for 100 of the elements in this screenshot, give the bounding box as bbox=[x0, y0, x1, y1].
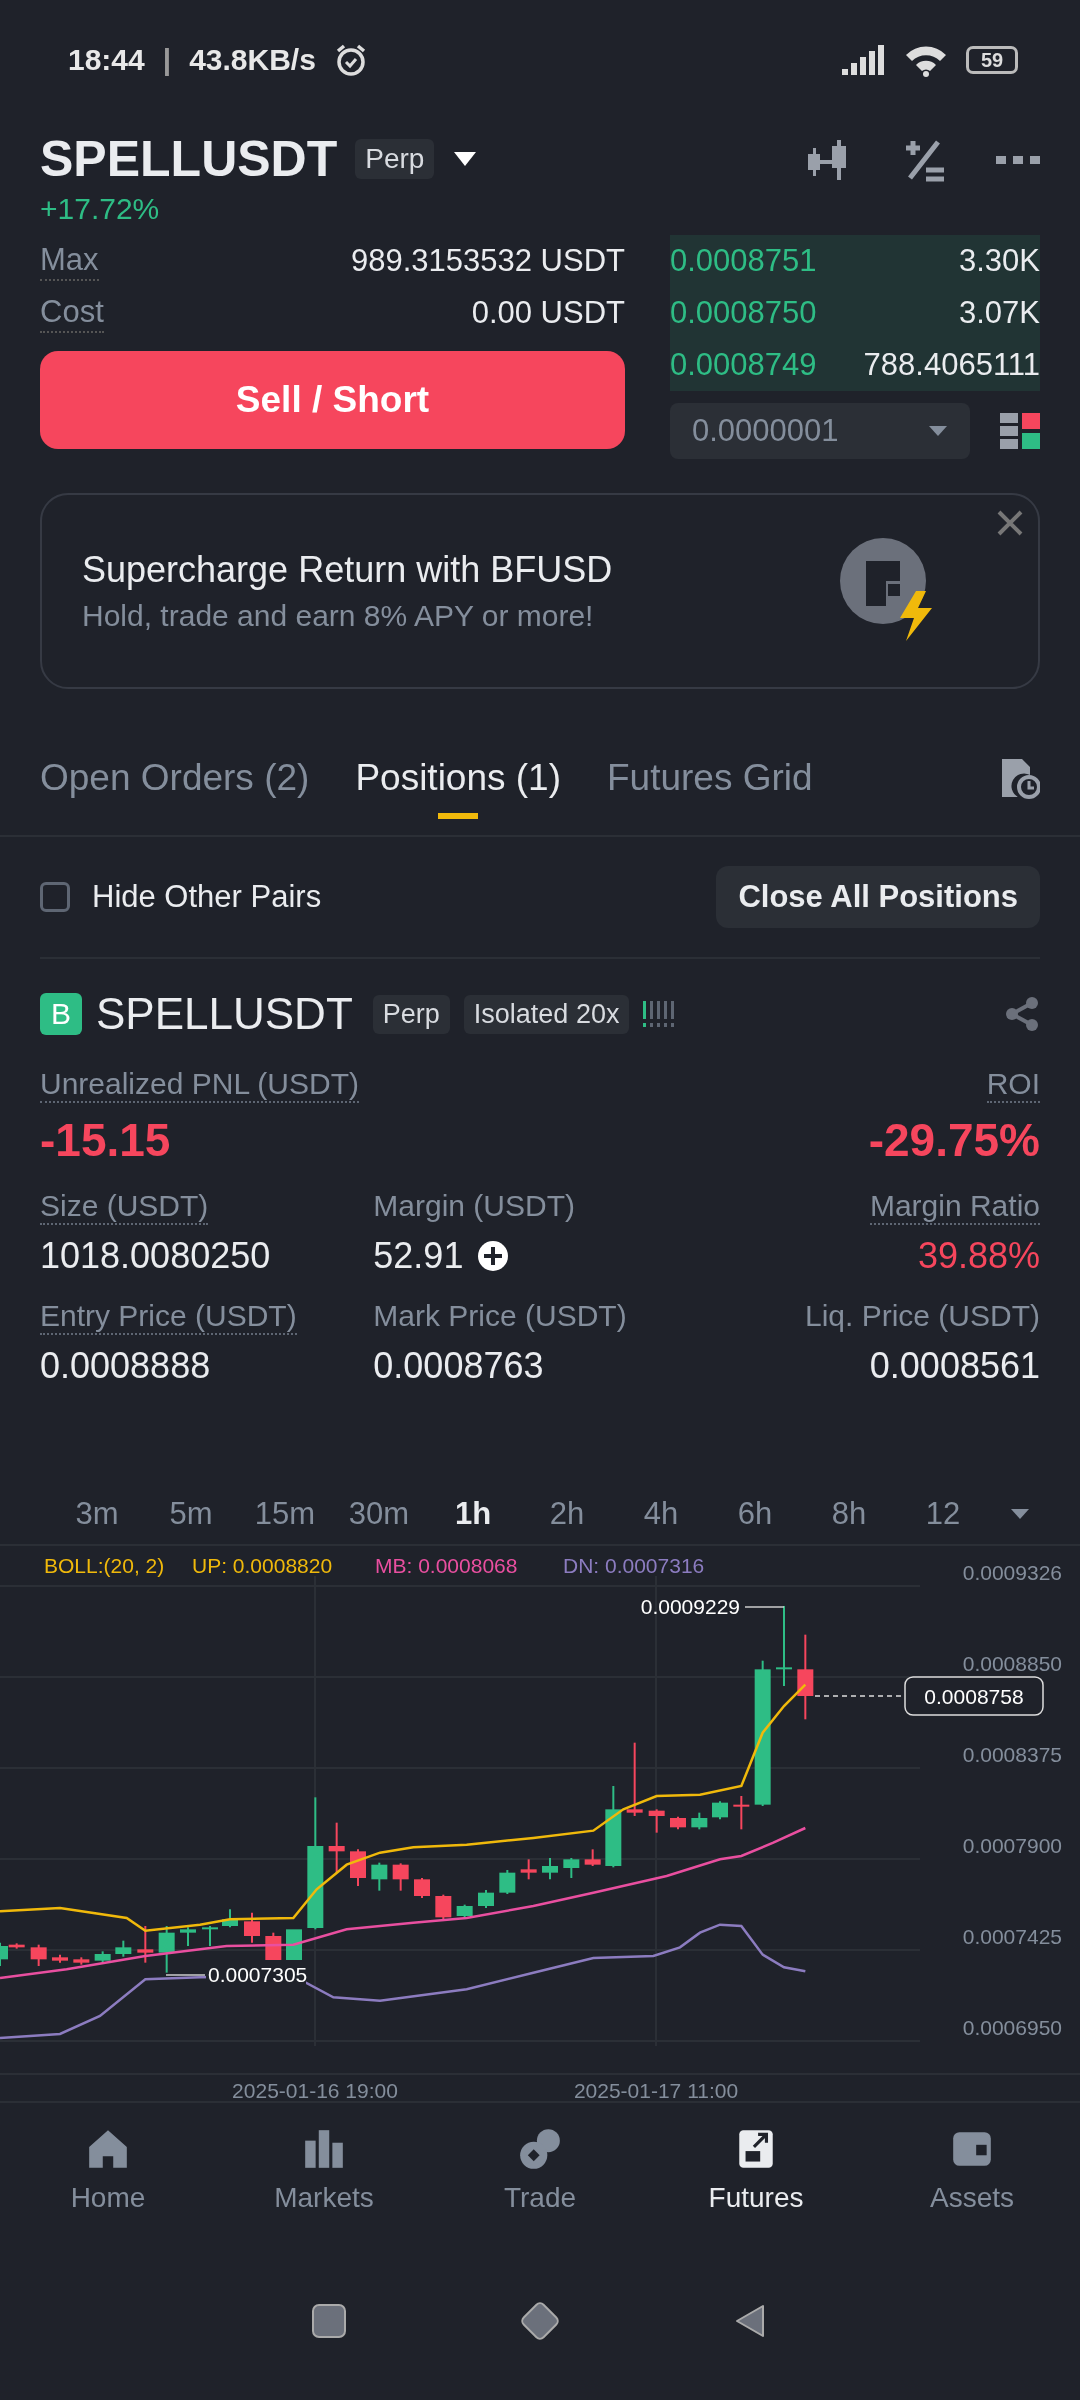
time-axis-label: 2025-01-16 19:00 bbox=[232, 2079, 398, 2101]
candle bbox=[115, 1939, 132, 1958]
more-icon[interactable] bbox=[996, 154, 1040, 166]
field-value: 0.0008763 bbox=[373, 1345, 544, 1387]
candle bbox=[648, 1808, 665, 1834]
checkbox-label: Hide Other Pairs bbox=[92, 879, 322, 915]
nav-item[interactable]: Home bbox=[18, 2125, 198, 2261]
candle bbox=[350, 1848, 366, 1887]
field-label: Entry Price (USDT) bbox=[40, 1299, 297, 1335]
candle bbox=[328, 1821, 345, 1874]
recents-icon[interactable] bbox=[311, 2302, 347, 2339]
interval-tab[interactable]: 4h bbox=[614, 1496, 708, 1532]
candle bbox=[542, 1857, 558, 1881]
signal-icon bbox=[842, 45, 886, 75]
interval-tab[interactable]: 12 bbox=[896, 1496, 990, 1532]
leader-line bbox=[744, 1606, 785, 1608]
price-axis-label: 0.0007425 bbox=[962, 1925, 1062, 1948]
position-tag: Perp bbox=[372, 994, 450, 1034]
price-axis-label: 0.0009326 bbox=[962, 1561, 1062, 1584]
interval-tab[interactable]: 1h bbox=[426, 1496, 520, 1532]
candle bbox=[180, 1926, 196, 1947]
share-icon[interactable] bbox=[1004, 996, 1040, 1032]
close-all-positions-button[interactable]: Close All Positions bbox=[716, 866, 1040, 928]
candle bbox=[158, 1925, 175, 1974]
time-axis-label: 2025-01-17 11:00 bbox=[573, 2079, 739, 2101]
banner-title: Supercharge Return with BFUSD bbox=[82, 549, 613, 591]
candle bbox=[733, 1795, 750, 1831]
position-tag: Isolated 20x bbox=[463, 994, 630, 1034]
upper-band-value: UP: 0.0008820 bbox=[192, 1554, 333, 1577]
interval-tab[interactable]: 15m bbox=[238, 1496, 332, 1532]
candle bbox=[202, 1925, 218, 1947]
position-symbol: SPELLUSDT bbox=[96, 989, 353, 1039]
nav-item[interactable]: Assets bbox=[882, 2125, 1062, 2261]
coins-icon bbox=[517, 2126, 563, 2172]
price-change: +17.72% bbox=[40, 192, 161, 226]
caret-icon bbox=[928, 425, 948, 437]
field-label: ROI bbox=[986, 1067, 1040, 1103]
field-value: 0.0008888 bbox=[40, 1345, 211, 1387]
history-icon[interactable] bbox=[1000, 757, 1040, 799]
interval-tab[interactable]: 30m bbox=[332, 1496, 426, 1532]
interval-tab[interactable]: 8h bbox=[802, 1496, 896, 1532]
interval-tab[interactable]: 3m bbox=[50, 1496, 144, 1532]
order-book-row[interactable]: 0.0008750 3.07K bbox=[670, 287, 1040, 339]
status-time: 18:44 bbox=[68, 43, 145, 77]
candle bbox=[691, 1811, 708, 1831]
field-label: Liq. Price (USDT) bbox=[804, 1299, 1040, 1334]
contract-tag: Perp bbox=[355, 139, 435, 179]
field-value: -29.75% bbox=[868, 1113, 1040, 1167]
dropdown-caret-icon[interactable] bbox=[452, 150, 479, 168]
nav-item[interactable]: Futures bbox=[666, 2125, 846, 2261]
candle bbox=[52, 1953, 68, 1964]
order-book-layout-icon[interactable] bbox=[1000, 411, 1040, 451]
form-value: 989.3153532 USDT bbox=[350, 242, 625, 280]
separator: | bbox=[162, 43, 172, 77]
checkbox[interactable] bbox=[40, 882, 70, 912]
indicator-label: BOLL:(20, 2) bbox=[44, 1554, 165, 1577]
leader-line bbox=[165, 1974, 206, 1976]
tick-size-select[interactable]: 0.0000001 bbox=[670, 403, 970, 459]
field-label: Margin (USDT) bbox=[373, 1189, 575, 1224]
interval-tab[interactable]: 6h bbox=[708, 1496, 802, 1532]
lower-band-value: DN: 0.0007316 bbox=[563, 1554, 705, 1577]
field-label: Unrealized PNL (USDT) bbox=[40, 1067, 359, 1103]
caret-icon[interactable] bbox=[1010, 1508, 1030, 1520]
candle bbox=[392, 1862, 409, 1892]
nav-item[interactable]: Trade bbox=[450, 2125, 630, 2261]
promo-banner[interactable]: Supercharge Return with BFUSD Hold, trade and earn 8% APY or more! bbox=[40, 493, 1040, 689]
interval-tab[interactable]: 2h bbox=[520, 1496, 614, 1532]
nav-item[interactable]: Markets bbox=[234, 2125, 414, 2261]
tab[interactable]: Positions (1) bbox=[355, 757, 561, 835]
order-book-row[interactable]: 0.0008751 3.30K bbox=[670, 235, 1040, 287]
candle bbox=[414, 1877, 430, 1899]
interval-tab[interactable]: 5m bbox=[144, 1496, 238, 1532]
candle bbox=[30, 1943, 47, 1967]
candle bbox=[712, 1800, 728, 1821]
side-badge: B bbox=[40, 993, 82, 1035]
candle bbox=[137, 1925, 154, 1964]
sell-short-button[interactable]: Sell / Short bbox=[40, 351, 625, 449]
tab[interactable]: Futures Grid bbox=[607, 757, 813, 835]
candle bbox=[94, 1950, 111, 1964]
candle bbox=[499, 1869, 516, 1895]
order-amount: 3.30K bbox=[959, 242, 1040, 280]
field-value: 39.88% bbox=[917, 1235, 1040, 1277]
middle-band-value: MB: 0.0008068 bbox=[375, 1554, 518, 1577]
add-margin-icon[interactable] bbox=[477, 1240, 510, 1272]
order-book-row[interactable]: 0.0008749 788.4065111 bbox=[670, 339, 1040, 391]
form-value: 0.00 USDT bbox=[471, 294, 625, 332]
close-icon[interactable] bbox=[996, 509, 1024, 537]
battery-icon: 59 bbox=[966, 46, 1018, 74]
price-axis-label: 0.0006950 bbox=[962, 2016, 1062, 2039]
field-label: Mark Price (USDT) bbox=[373, 1299, 627, 1334]
field-value: -15.15 bbox=[40, 1113, 171, 1167]
price-axis-label: 0.0008850 bbox=[962, 1652, 1062, 1675]
last-price-tag: 0.0008758 bbox=[904, 1676, 1044, 1716]
tab[interactable]: Open Orders (2) bbox=[40, 757, 310, 835]
candle bbox=[478, 1889, 494, 1909]
order-amount: 3.07K bbox=[959, 294, 1040, 332]
candle bbox=[222, 1908, 238, 1929]
form-label: Max bbox=[40, 241, 99, 281]
order-price: 0.0008750 bbox=[670, 294, 817, 332]
order-price: 0.0008751 bbox=[670, 242, 817, 280]
